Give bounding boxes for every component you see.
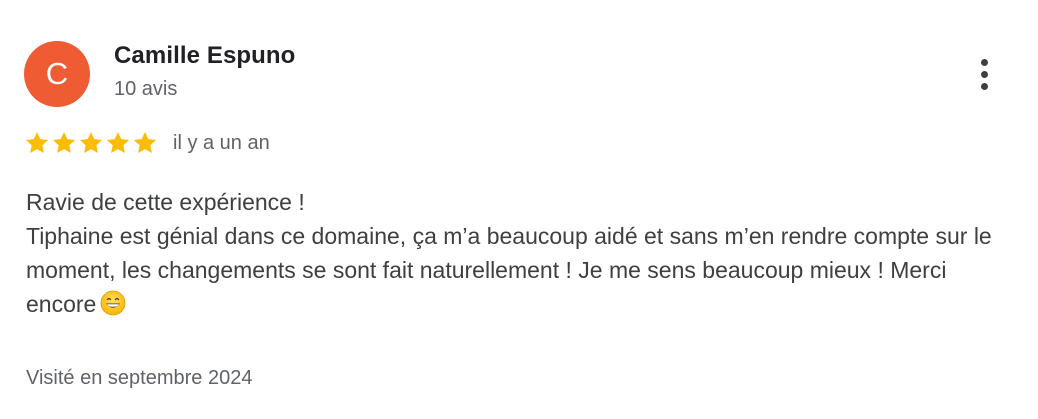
review-card: C Camille Espuno 10 avis il y a un an Ra… (0, 0, 1038, 419)
author-name[interactable]: Camille Espuno (114, 42, 295, 70)
star-icon (133, 131, 157, 153)
more-options-button[interactable] (966, 54, 1002, 94)
review-time: il y a un an (173, 131, 270, 154)
star-icon (25, 131, 49, 153)
review-text-line: Tiphaine est génial dans ce domaine, ça … (26, 219, 1016, 321)
star-icon (79, 131, 103, 153)
visited-date: Visité en septembre 2024 (26, 367, 253, 389)
review-text-line: Ravie de cette expérience ! (26, 189, 305, 215)
more-vert-icon (980, 82, 988, 90)
review-text: Ravie de cette expérience ! Tiphaine est… (26, 185, 1016, 321)
star-rating (24, 130, 158, 156)
star-icon (52, 131, 76, 153)
star-icon (106, 131, 130, 153)
rating-row: il y a un an (24, 128, 270, 158)
more-vert-icon (980, 58, 988, 66)
avatar-letter: C (45, 56, 69, 91)
grinning-face-icon (100, 290, 126, 316)
review-text-body: Tiphaine est génial dans ce domaine, ça … (26, 223, 992, 317)
avatar[interactable]: C (24, 41, 90, 107)
author-review-count: 10 avis (114, 78, 178, 100)
more-vert-icon (980, 70, 988, 78)
